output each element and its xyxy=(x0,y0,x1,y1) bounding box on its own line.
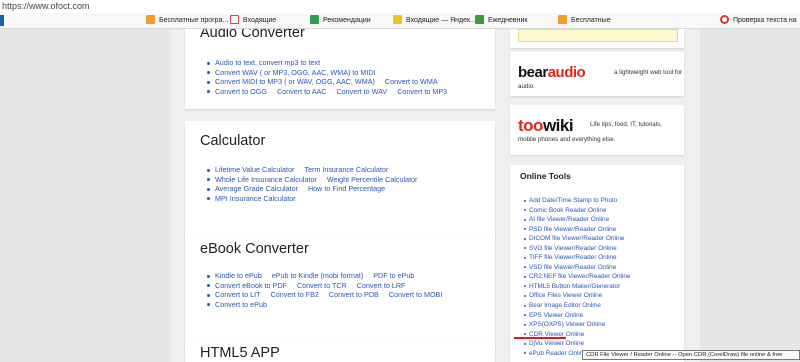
html5-app-title: HTML5 APP xyxy=(200,345,280,361)
bookmark-gmail-inbox[interactable]: Входящие xyxy=(230,14,276,27)
list-item: Convert to ePub xyxy=(207,300,452,310)
convert-to-wav-link[interactable]: Convert to WAV xyxy=(336,87,387,96)
bookmark-free-programs[interactable]: Бесплатные програ... xyxy=(146,14,228,27)
list-item: Whole Life Insurance Calculator Weight Pe… xyxy=(207,175,427,185)
toowiki-tagline-2: mobile phones and everything else. xyxy=(518,136,616,143)
audio-to-text-link[interactable]: Audio to text, convert mp3 to text xyxy=(215,58,320,67)
web-page: Audio Converter Audio to text, convert m… xyxy=(0,29,800,362)
bearaudio-logo[interactable]: bearaudio xyxy=(518,64,586,81)
pdf-to-epub-link[interactable]: PDF to ePub xyxy=(373,271,414,280)
convert-to-fb2-link[interactable]: Convert to FB2 xyxy=(271,290,319,299)
list-item: Average Grade Calculator How to Find Perc… xyxy=(207,184,427,194)
ebook-to-pdf-link[interactable]: Convert eBook to PDF xyxy=(215,281,287,290)
calendar-icon xyxy=(475,14,484,24)
list-item[interactable]: TIFF file Viewer/Reader Online xyxy=(524,253,630,263)
online-tools-title: Online Tools xyxy=(520,171,571,181)
average-grade-link[interactable]: Average Grade Calculator xyxy=(215,184,298,193)
link-tooltip: CDR File Viewer / Reader Online -- Open … xyxy=(582,350,800,360)
sidebar-ad-strip xyxy=(510,29,684,48)
list-item[interactable]: EPS Viewer Online xyxy=(524,311,630,321)
audio-converter-title: Audio Converter xyxy=(200,29,305,41)
midi-to-mp3-link[interactable]: Convert MIDI to MP3 ( or WAV, OGG, AAC, … xyxy=(215,77,375,86)
yandex-mail-icon xyxy=(393,14,402,24)
online-tools-panel: Online Tools Add Date/Time Stamp to Phot… xyxy=(510,165,684,362)
rss-icon xyxy=(558,14,567,24)
list-item[interactable]: AI file Viewer/Reader Online xyxy=(524,215,630,225)
list-item: Kindle to ePub ePub to Kindle (mobi forma… xyxy=(207,271,452,281)
calculator-title: Calculator xyxy=(200,133,266,149)
list-item: Convert eBook to PDF Convert to TCR Conver… xyxy=(207,281,452,291)
list-item: Audio to text, convert mp3 to text xyxy=(207,58,457,68)
list-item[interactable]: DICOM file Viewer/Reader Online xyxy=(524,234,630,244)
weight-percentile-link[interactable]: Weight Percentile Calculator xyxy=(327,175,418,184)
bookmark-free[interactable]: Бесплатные xyxy=(558,14,611,27)
list-item[interactable]: XPS(OXPS) Viewer Online xyxy=(524,320,630,330)
url-text[interactable]: https://www.ofoct.com xyxy=(2,0,90,12)
bearaudio-tagline-2: audio. xyxy=(518,83,535,90)
convert-to-ogg-link[interactable]: Convert to OGG xyxy=(215,87,267,96)
rss-icon xyxy=(146,14,155,24)
youtube-icon xyxy=(310,14,319,24)
list-item[interactable]: DjVu Viewer Online xyxy=(524,339,630,349)
gmail-icon xyxy=(230,14,239,24)
red-underline-annotation xyxy=(514,337,566,339)
convert-to-tcr-link[interactable]: Convert to TCR xyxy=(297,281,347,290)
toowiki-ad[interactable]: toowiki Life tips, food, IT, tutorials, … xyxy=(510,105,684,155)
list-item[interactable]: Bear Image Editor Online xyxy=(524,301,630,311)
list-item: Convert to OGG Convert to AAC Convert to W… xyxy=(207,87,457,97)
find-percentage-link[interactable]: How to Find Percentage xyxy=(308,184,385,193)
bearaudio-tagline: a lightweight web tool for xyxy=(614,69,683,76)
check-icon xyxy=(720,14,729,24)
list-item[interactable]: SVG file Viewer/Reader Online xyxy=(524,244,630,254)
bookmarks-bar: Бесплатные програ... Входящие Рекомендац… xyxy=(0,13,800,29)
wav-to-midi-link[interactable]: Convert WAV ( or MP3, OGG, AAC, WMA) to … xyxy=(215,68,376,77)
convert-to-aac-link[interactable]: Convert to AAC xyxy=(277,87,327,96)
kindle-to-epub-link[interactable]: Kindle to ePub xyxy=(215,271,262,280)
lifetime-value-link[interactable]: Lifetime Value Calculator xyxy=(215,165,294,174)
bearaudio-ad[interactable]: bearaudio a lightweight web tool for aud… xyxy=(510,52,684,96)
sidebar-edge-icon xyxy=(0,15,4,26)
list-item: MPI Insurance Calculator xyxy=(207,194,427,204)
convert-to-lrf-link[interactable]: Convert to LRF xyxy=(357,281,406,290)
html5-app-card: HTML5 APP xyxy=(185,339,495,362)
toowiki-logo[interactable]: toowiki xyxy=(518,116,574,136)
convert-to-lit-link[interactable]: Convert to LIT xyxy=(215,290,261,299)
list-item[interactable]: HTML5 Button Maker/Generator xyxy=(524,282,630,292)
online-tools-list: Add Date/Time Stamp to Photo Comic Book … xyxy=(524,196,630,358)
list-item[interactable]: CR2,NEF file Viewer/Reader Online xyxy=(524,272,630,282)
term-insurance-link[interactable]: Term Insurance Calculator xyxy=(304,165,388,174)
calculator-card: Calculator Lifetime Value Calculator Term… xyxy=(185,121,495,243)
ad-banner[interactable] xyxy=(518,29,678,42)
audio-links-list: Audio to text, convert mp3 to text Conve… xyxy=(207,58,457,96)
bookmark-planner[interactable]: Ежедневник xyxy=(475,14,528,27)
convert-to-wma-link[interactable]: Convert to WMA xyxy=(385,77,438,86)
audio-converter-card: Audio Converter Audio to text, convert m… xyxy=(185,29,495,109)
epub-to-kindle-link[interactable]: ePub to Kindle (mobi format) xyxy=(272,271,363,280)
convert-to-mobi-link[interactable]: Convert to MOBI xyxy=(389,290,443,299)
list-item: Convert to LIT Convert to FB2 Convert to P… xyxy=(207,290,452,300)
toowiki-tagline: Life tips, food, IT, tutorials, xyxy=(590,121,662,128)
bookmark-recommendations[interactable]: Рекомендации xyxy=(310,14,371,27)
ebook-converter-title: eBook Converter xyxy=(200,241,309,257)
bookmark-yandex-inbox[interactable]: Входящие — Яндек... xyxy=(393,14,476,27)
ebook-links-list: Kindle to ePub ePub to Kindle (mobi forma… xyxy=(207,271,452,309)
convert-to-epub-link[interactable]: Convert to ePub xyxy=(215,300,267,309)
list-item[interactable]: Add Date/Time Stamp to Photo xyxy=(524,196,630,206)
convert-to-mp3-link[interactable]: Convert to MP3 xyxy=(397,87,447,96)
list-item[interactable]: Comic Book Reader Online xyxy=(524,206,630,216)
list-item: Convert MIDI to MP3 ( or WAV, OGG, AAC, … xyxy=(207,77,457,87)
convert-to-pdb-link[interactable]: Convert to PDB xyxy=(329,290,379,299)
list-item[interactable]: VSD file Viewer/Reader Online xyxy=(524,263,630,273)
whole-life-link[interactable]: Whole Life Insurance Calculator xyxy=(215,175,317,184)
ebook-converter-card: eBook Converter Kindle to ePub ePub to Ki… xyxy=(185,233,495,349)
list-item: Lifetime Value Calculator Term Insurance … xyxy=(207,165,427,175)
list-item[interactable]: PSD file Viewer/Reader Online xyxy=(524,225,630,235)
calculator-links-list: Lifetime Value Calculator Term Insurance … xyxy=(207,165,427,203)
mpi-insurance-link[interactable]: MPI Insurance Calculator xyxy=(215,194,296,203)
list-item: Convert WAV ( or MP3, OGG, AAC, WMA) to … xyxy=(207,68,457,78)
bookmark-text-check[interactable]: Проверка текста на xyxy=(720,14,797,27)
list-item[interactable]: Office Files Viewer Online xyxy=(524,291,630,301)
address-bar[interactable]: https://www.ofoct.com xyxy=(0,0,800,13)
